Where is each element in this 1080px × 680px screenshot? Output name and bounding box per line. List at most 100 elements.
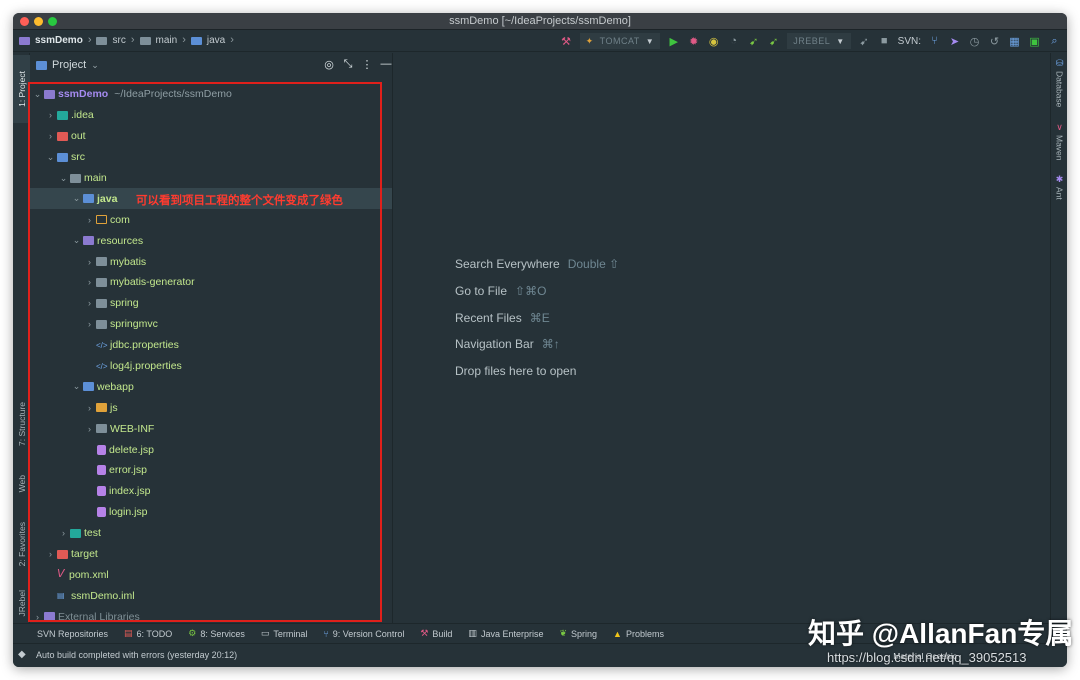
- chevron-right-icon[interactable]: ›: [84, 424, 95, 434]
- svn-update-icon[interactable]: ⑂: [928, 35, 941, 48]
- collapse-all-icon[interactable]: ⤡: [342, 58, 354, 71]
- chevron-down-icon[interactable]: ⌄: [71, 193, 82, 204]
- profile-icon[interactable]: ◔: [727, 35, 740, 48]
- tool-tab-svn-repositories[interactable]: SVN Repositories: [37, 629, 108, 639]
- tree-label: out: [71, 130, 86, 143]
- tool-tab-java-enterprise[interactable]: ▥ Java Enterprise: [468, 628, 543, 639]
- tree-row-com[interactable]: › com: [30, 209, 392, 230]
- database-icon: ⛁: [1055, 58, 1064, 68]
- search-icon[interactable]: ⌕: [1048, 35, 1061, 48]
- tool-tab-version-control[interactable]: ⑂ 9: Version Control: [323, 629, 404, 639]
- chevron-right-icon[interactable]: ›: [84, 298, 95, 308]
- chevron-right-icon[interactable]: ›: [45, 110, 56, 120]
- main-toolbar: ⚒ ✦ TOMCAT ▼ ▶ ✹ ◉ ◔ ➹ ➹ JREBEL ▼ ➹ ■ SV…: [560, 33, 1061, 49]
- tree-row-main[interactable]: ⌄ main: [30, 168, 392, 189]
- project-structure-icon[interactable]: ▦: [1008, 35, 1021, 48]
- tree-row-mybatis[interactable]: › mybatis: [30, 251, 392, 272]
- tool-tab-terminal[interactable]: ▭ Terminal: [261, 628, 308, 639]
- debug-icon[interactable]: ✹: [687, 35, 700, 48]
- terminal-icon[interactable]: ▣: [1028, 35, 1041, 48]
- tool-tab-maven[interactable]: ∨ Maven: [1051, 123, 1067, 161]
- tree-row-out[interactable]: › out: [30, 126, 392, 147]
- chevron-right-icon[interactable]: ›: [45, 549, 56, 559]
- tree-row-root[interactable]: ⌄ ssmDemo ~/IdeaProjects/ssmDemo: [30, 84, 392, 105]
- status-message[interactable]: Auto build completed with errors (yester…: [36, 650, 237, 660]
- tree-row-mybatis-generator[interactable]: › mybatis-generator: [30, 272, 392, 293]
- tool-tab-project[interactable]: 1: Project: [13, 55, 30, 123]
- breadcrumb-item-project[interactable]: ssmDemo: [35, 35, 83, 46]
- chevron-down-icon[interactable]: ⌄: [91, 60, 99, 71]
- tool-tab-structure[interactable]: 7: Structure: [13, 389, 30, 459]
- build-hammer-icon[interactable]: ⚒: [560, 35, 573, 48]
- tree-row-idea[interactable]: › .idea: [30, 105, 392, 126]
- breadcrumb-item-java[interactable]: java: [207, 35, 225, 46]
- tool-tab-jrebel[interactable]: JRebel: [13, 583, 30, 623]
- tree-row-log4j-properties[interactable]: </> log4j.properties: [30, 356, 392, 377]
- hint-go-to-file: Go to File ⇧⌘O: [455, 284, 619, 311]
- excluded-folder-icon: [57, 131, 68, 141]
- run-with-coverage-icon[interactable]: ◉: [707, 35, 720, 48]
- tree-row-index-jsp[interactable]: index.jsp: [30, 481, 392, 502]
- chevron-right-icon[interactable]: ›: [84, 403, 95, 413]
- jrebel-update-icon[interactable]: ➹: [858, 35, 871, 48]
- tool-tab-favorites[interactable]: 2: Favorites: [13, 509, 30, 579]
- tree-row-pom-xml[interactable]: 𝘝 pom.xml: [30, 564, 392, 585]
- chevron-right-icon[interactable]: ›: [84, 257, 95, 267]
- layers-icon[interactable]: ◆: [18, 649, 26, 660]
- tool-tab-database[interactable]: ⛁ Database: [1051, 58, 1067, 108]
- chevron-down-icon[interactable]: ⌄: [45, 152, 56, 163]
- run-configuration-select[interactable]: ✦ TOMCAT ▼: [579, 33, 661, 49]
- tree-row-spring[interactable]: › spring: [30, 293, 392, 314]
- project-view-select[interactable]: Project: [52, 59, 86, 71]
- tree-row-resources[interactable]: ⌄ resources: [30, 230, 392, 251]
- jrebel-configuration-select[interactable]: JREBEL ▼: [787, 33, 851, 49]
- tree-row-ssmdemo-iml[interactable]: ▤ ssmDemo.iml: [30, 585, 392, 606]
- chevron-right-icon[interactable]: ›: [45, 131, 56, 141]
- tree-row-test[interactable]: › test: [30, 523, 392, 544]
- editor-area[interactable]: Search Everywhere Double ⇧ Go to File ⇧⌘…: [394, 53, 1049, 623]
- tool-tab-spring[interactable]: ❦ Spring: [559, 628, 597, 639]
- tree-row-web-inf[interactable]: › WEB-INF: [30, 418, 392, 439]
- jrebel-run-icon[interactable]: ➹: [747, 35, 760, 48]
- svn-history-icon[interactable]: ◷: [968, 35, 981, 48]
- tree-row-delete-jsp[interactable]: delete.jsp: [30, 439, 392, 460]
- stop-icon[interactable]: ■: [878, 35, 891, 48]
- jrebel-configuration-label: JREBEL: [793, 36, 831, 46]
- tree-row-js[interactable]: › js: [30, 397, 392, 418]
- tool-tab-services[interactable]: ⚙ 8: Services: [188, 628, 245, 639]
- chevron-down-icon[interactable]: ⌄: [71, 235, 82, 246]
- chevron-down-icon[interactable]: ⌄: [58, 173, 69, 184]
- chevron-right-icon[interactable]: ›: [84, 215, 95, 225]
- tree-row-error-jsp[interactable]: error.jsp: [30, 460, 392, 481]
- run-icon[interactable]: ▶: [667, 35, 680, 48]
- tree-row-webapp[interactable]: ⌄ webapp: [30, 376, 392, 397]
- tool-tab-ant[interactable]: ✱ Ant: [1051, 175, 1067, 200]
- chevron-down-icon[interactable]: ⌄: [71, 381, 82, 392]
- options-menu-icon[interactable]: ⋮: [361, 58, 373, 71]
- tree-row-target[interactable]: › target: [30, 544, 392, 565]
- chevron-right-icon[interactable]: ›: [84, 277, 95, 287]
- chevron-down-icon[interactable]: ⌄: [32, 89, 43, 100]
- svn-commit-icon[interactable]: ➤: [948, 35, 961, 48]
- properties-file-icon: </>: [96, 340, 108, 350]
- tool-tab-build[interactable]: ⚒ Build: [420, 628, 452, 639]
- chevron-right-icon[interactable]: ›: [32, 612, 43, 622]
- locate-file-icon[interactable]: ◎: [323, 58, 335, 71]
- hide-panel-icon[interactable]: —: [380, 58, 392, 71]
- tool-tab-web[interactable]: Web: [13, 463, 30, 505]
- chevron-right-icon[interactable]: ›: [58, 528, 69, 538]
- chevron-right-icon[interactable]: ›: [84, 319, 95, 329]
- svn-rollback-icon[interactable]: ↺: [988, 35, 1001, 48]
- tree-row-login-jsp[interactable]: login.jsp: [30, 502, 392, 523]
- tree-row-src[interactable]: ⌄ src: [30, 147, 392, 168]
- tool-tab-structure-label: 7: Structure: [16, 402, 27, 446]
- folder-icon: [96, 257, 107, 267]
- jsp-file-icon: [97, 507, 106, 518]
- tree-row-springmvc[interactable]: › springmvc: [30, 314, 392, 335]
- tool-tab-todo[interactable]: ▤ 6: TODO: [124, 628, 172, 639]
- breadcrumb-item-main[interactable]: main: [156, 35, 178, 46]
- tree-row-jdbc-properties[interactable]: </> jdbc.properties: [30, 335, 392, 356]
- jrebel-debug-icon[interactable]: ➹: [767, 35, 780, 48]
- tool-tab-problems[interactable]: ▲ Problems: [613, 629, 664, 639]
- breadcrumb-item-src[interactable]: src: [112, 35, 125, 46]
